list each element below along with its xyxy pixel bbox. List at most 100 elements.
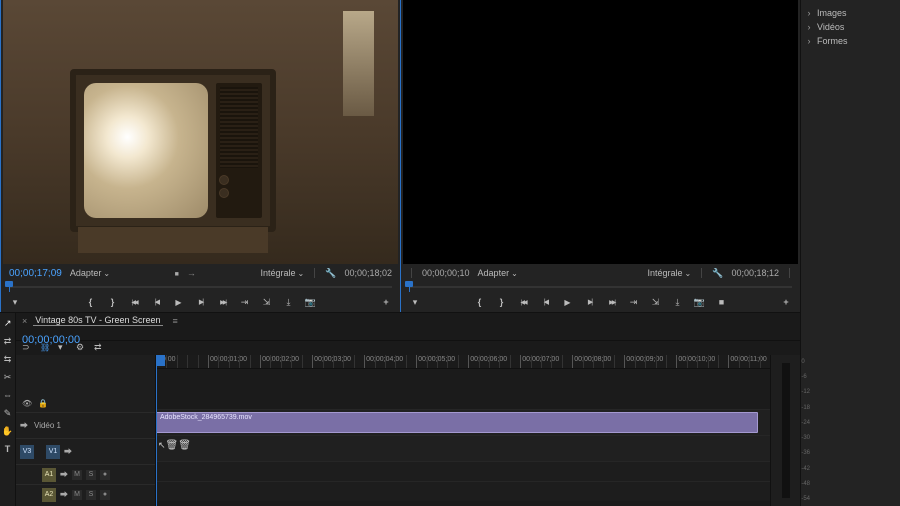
source-patch-v3[interactable]: V3 bbox=[20, 445, 34, 459]
right-group-videos[interactable]: Vidéos bbox=[805, 20, 896, 34]
source-fit-dropdown[interactable]: Adapter bbox=[70, 268, 110, 278]
type-tool-icon[interactable] bbox=[2, 443, 14, 455]
go-to-in-icon[interactable] bbox=[129, 296, 141, 308]
go-to-out-icon[interactable] bbox=[606, 296, 618, 308]
export-frame-icon[interactable] bbox=[283, 296, 295, 308]
go-to-in-icon[interactable] bbox=[518, 296, 530, 308]
export-frame-icon[interactable] bbox=[672, 296, 684, 308]
snap-icon[interactable] bbox=[22, 342, 32, 352]
snapshot-icon[interactable] bbox=[694, 296, 706, 308]
selection-tool-icon[interactable] bbox=[2, 317, 14, 329]
step-back-icon[interactable] bbox=[540, 296, 552, 308]
source-tc-left: 00;00;17;09 bbox=[9, 268, 62, 279]
track-select-tool-icon[interactable] bbox=[2, 335, 14, 347]
program-fit-dropdown[interactable]: Adapter bbox=[478, 268, 518, 278]
program-tc-left: 00;00;00;10 bbox=[422, 268, 470, 278]
lift-icon[interactable] bbox=[628, 296, 640, 308]
track-headers: ⮕ Vidéo 1 V3 V1 ⮕ A1 ⮕ bbox=[16, 355, 156, 506]
play-icon[interactable] bbox=[562, 296, 574, 308]
track-header-a2[interactable]: A2 ⮕ M S ● bbox=[16, 484, 155, 504]
timeline-settings-icon[interactable] bbox=[76, 342, 86, 352]
timeline-snap-row bbox=[16, 341, 800, 355]
app-root: 00;00;17;09 Adapter → Intégrale 00;00;18… bbox=[0, 0, 900, 506]
track-label-v1: Vidéo 1 bbox=[32, 421, 61, 430]
source-scale-dropdown[interactable]: Intégrale bbox=[261, 268, 305, 278]
target-a1[interactable]: A1 bbox=[42, 468, 56, 482]
monitor-row: 00;00;17;09 Adapter → Intégrale 00;00;18… bbox=[0, 0, 800, 312]
mark-in-icon[interactable] bbox=[474, 296, 486, 308]
toggle-eye-icon[interactable] bbox=[22, 399, 32, 408]
timeline-wrench-icon[interactable] bbox=[94, 342, 104, 352]
track-row-v1[interactable]: AdobeStock_284965739.mov bbox=[156, 409, 770, 435]
program-transport bbox=[401, 292, 800, 312]
mark-in-icon[interactable] bbox=[85, 296, 97, 308]
track-area[interactable]: 00;0000;00;01;0000;00;02;0000;00;03;0000… bbox=[156, 355, 770, 506]
mute-a1[interactable]: M bbox=[72, 470, 82, 480]
tab-menu-icon[interactable]: ≡ bbox=[173, 316, 178, 326]
solo-a1[interactable]: S bbox=[86, 470, 96, 480]
add-marker-icon[interactable] bbox=[9, 296, 21, 308]
timeline-header: × Vintage 80s TV - Green Screen ≡ 00;00;… bbox=[16, 313, 800, 341]
source-tc-right: 00;00;18;02 bbox=[344, 268, 392, 278]
solo-a2[interactable]: S bbox=[86, 490, 96, 500]
mark-out-icon[interactable] bbox=[107, 296, 119, 308]
target-v1[interactable]: V1 bbox=[46, 445, 60, 459]
clip-v1[interactable]: AdobeStock_284965739.mov bbox=[156, 412, 758, 433]
track-row-v-source[interactable]: ↖🗑🗑 bbox=[156, 435, 770, 461]
track-header-a1[interactable]: A1 ⮕ M S ● bbox=[16, 464, 155, 484]
wrench-icon[interactable] bbox=[325, 268, 336, 279]
sequence-tab[interactable]: Vintage 80s TV - Green Screen bbox=[33, 315, 162, 326]
program-tc-right: 00;00;18;12 bbox=[731, 268, 779, 278]
linked-selection-icon[interactable] bbox=[40, 342, 50, 352]
time-ruler[interactable]: 00;0000;00;01;0000;00;02;0000;00;03;0000… bbox=[156, 355, 770, 369]
timeline-main: × Vintage 80s TV - Green Screen ≡ 00;00;… bbox=[16, 313, 800, 506]
program-scale-dropdown[interactable]: Intégrale bbox=[648, 268, 692, 278]
extract-icon[interactable] bbox=[650, 296, 662, 308]
ripple-edit-tool-icon[interactable] bbox=[2, 353, 14, 365]
source-scrubber[interactable] bbox=[9, 282, 392, 292]
timeline-panel: × Vintage 80s TV - Green Screen ≡ 00;00;… bbox=[0, 312, 800, 506]
program-view[interactable] bbox=[403, 0, 798, 264]
right-group-images[interactable]: Images bbox=[805, 6, 896, 20]
toggle-lock-icon[interactable] bbox=[38, 399, 48, 408]
track-row-a1[interactable] bbox=[156, 461, 770, 481]
source-thumbnail bbox=[3, 0, 398, 264]
step-fwd-icon[interactable] bbox=[195, 296, 207, 308]
comparison-view-icon[interactable] bbox=[716, 296, 728, 308]
right-group-shapes[interactable]: Formes bbox=[805, 34, 896, 48]
program-info-bar: 00;00;00;10 Adapter Intégrale 00;00;18;1… bbox=[401, 264, 800, 282]
mute-a2[interactable]: M bbox=[72, 490, 82, 500]
insert-icon[interactable] bbox=[239, 296, 251, 308]
add-marker-icon[interactable] bbox=[58, 342, 68, 352]
source-view[interactable] bbox=[3, 0, 398, 264]
voice-a2[interactable]: ● bbox=[100, 490, 110, 500]
program-scrubber[interactable] bbox=[409, 282, 792, 292]
playhead-line[interactable] bbox=[156, 355, 157, 506]
right-panel: Images Vidéos Formes bbox=[800, 0, 900, 506]
source-info-bar: 00;00;17;09 Adapter → Intégrale 00;00;18… bbox=[1, 264, 400, 282]
track-header-v1[interactable]: ⮕ Vidéo 1 bbox=[16, 412, 155, 438]
source-safe-margins-icon[interactable] bbox=[175, 268, 179, 278]
main-column: 00;00;17;09 Adapter → Intégrale 00;00;18… bbox=[0, 0, 800, 506]
snapshot-icon[interactable] bbox=[305, 296, 317, 308]
voice-a1[interactable]: ● bbox=[100, 470, 110, 480]
tools-column bbox=[0, 313, 16, 506]
track-row-a2[interactable] bbox=[156, 481, 770, 501]
hand-tool-icon[interactable] bbox=[2, 425, 14, 437]
pen-tool-icon[interactable] bbox=[2, 407, 14, 419]
play-icon[interactable] bbox=[173, 296, 185, 308]
meter-bar bbox=[782, 363, 790, 498]
razor-tool-icon[interactable] bbox=[2, 371, 14, 383]
overwrite-icon[interactable] bbox=[261, 296, 273, 308]
button-editor-add-icon[interactable] bbox=[380, 296, 392, 308]
add-marker-icon[interactable] bbox=[409, 296, 421, 308]
step-fwd-icon[interactable] bbox=[584, 296, 596, 308]
slip-tool-icon[interactable] bbox=[2, 389, 14, 401]
wrench-icon[interactable] bbox=[712, 268, 723, 279]
mark-out-icon[interactable] bbox=[496, 296, 508, 308]
button-editor-add-icon[interactable] bbox=[780, 296, 792, 308]
step-back-icon[interactable] bbox=[151, 296, 163, 308]
playhead-handle-icon[interactable] bbox=[156, 355, 165, 366]
go-to-out-icon[interactable] bbox=[217, 296, 229, 308]
target-a2[interactable]: A2 bbox=[42, 488, 56, 502]
